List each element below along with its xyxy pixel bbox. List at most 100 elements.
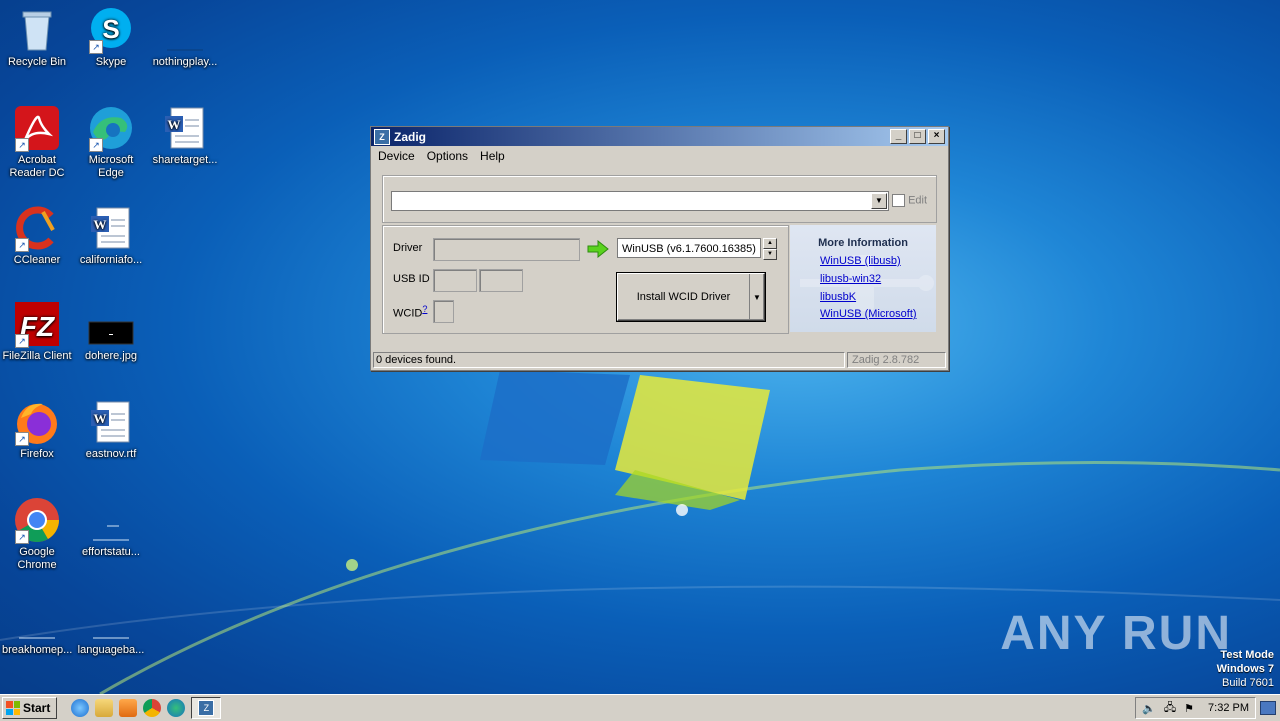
edit-checkbox[interactable] (892, 194, 905, 207)
wcid-label: WCID? (393, 304, 428, 320)
system-tray: 🔈 🖧 ⚑ 7:32 PM (1135, 697, 1256, 719)
device-dropdown[interactable]: ▼ (391, 191, 889, 211)
desktop-icon-label: Acrobat Reader DC (9, 154, 65, 179)
network-icon[interactable]: 🖧 (1164, 699, 1176, 718)
desktop-icon-eastnov[interactable]: W eastnov.rtf (74, 398, 148, 461)
shortcut-arrow-icon: ↗ (15, 530, 29, 544)
clock[interactable]: 7:32 PM (1208, 702, 1249, 714)
spin-up-icon[interactable]: ▲ (763, 238, 777, 249)
usb-id-label: USB ID (393, 273, 430, 285)
anyrun-watermark: ANY RUN (1000, 607, 1232, 660)
shortcut-arrow-icon: ↗ (15, 334, 29, 348)
internet-explorer-icon[interactable] (71, 699, 90, 717)
chevron-down-icon[interactable]: ▼ (871, 193, 887, 209)
desktop-icon-label: Microsoft Edge (88, 154, 134, 179)
desktop-icon-label: effortstatu... (82, 546, 140, 558)
action-center-flag-icon[interactable]: ⚑ (1184, 702, 1194, 715)
status-text: 0 devices found. (373, 352, 845, 368)
shortcut-arrow-icon: ↗ (15, 238, 29, 252)
title-bar[interactable]: Z Zadig _ □ × (371, 127, 948, 146)
link-libusbk[interactable]: libusbK (820, 291, 856, 303)
install-driver-button[interactable]: Install WCID Driver ▼ (617, 273, 765, 321)
menu-device[interactable]: Device (373, 149, 420, 163)
desktop-icon-label: languageba... (77, 644, 145, 656)
word-doc-icon: W (161, 104, 209, 152)
spin-down-icon[interactable]: ▼ (763, 249, 777, 260)
zadig-taskbar-button[interactable]: Z (191, 697, 222, 719)
edit-checkbox-group: Edit (892, 194, 927, 207)
windows-version-line: Windows 7 (1216, 663, 1274, 675)
desktop-icon-label: Skype (95, 56, 127, 68)
desktop-icon-label: FileZilla Client (2, 350, 72, 362)
shortcut-arrow-icon: ↗ (89, 40, 103, 54)
maximize-button[interactable]: □ (909, 129, 926, 144)
desktop-icon-label: breakhomep... (2, 644, 73, 656)
desktop-icon-filezilla[interactable]: FZ ↗ FileZilla Client (0, 300, 74, 363)
desktop-icon-firefox[interactable]: ↗ Firefox (0, 398, 74, 461)
link-winusb-microsoft[interactable]: WinUSB (Microsoft) (820, 308, 917, 320)
desktop-icon-acrobat[interactable]: ↗ Acrobat Reader DC (0, 104, 74, 180)
desktop-icon-breakhomep[interactable]: breakhomep... (0, 594, 74, 657)
explorer-folder-icon[interactable] (95, 699, 114, 717)
edge-icon: ↗ (87, 104, 135, 152)
ccleaner-icon: ↗ (13, 204, 61, 252)
link-winusb-libusb[interactable]: WinUSB (libusb) (820, 255, 901, 267)
blank-file-icon (87, 496, 135, 544)
desktop-icon-sharetarget[interactable]: W sharetarget... (148, 104, 222, 167)
shortcut-arrow-icon: ↗ (15, 138, 29, 152)
desktop-icon-nothingplay[interactable]: nothingplay... (148, 6, 222, 69)
window-title: Zadig (394, 129, 426, 144)
wcid-help-link[interactable]: ? (422, 304, 427, 314)
edit-label: Edit (908, 194, 928, 207)
zadig-app-icon: Z (374, 128, 390, 145)
desktop-icon-label: Recycle Bin (7, 56, 67, 68)
target-driver-select[interactable]: WinUSB (v6.1.7600.16385) (617, 238, 761, 258)
desktop-icon-languageba[interactable]: languageba... (74, 594, 148, 657)
minimize-button[interactable]: _ (890, 129, 907, 144)
test-mode-line: Test Mode (1220, 649, 1274, 661)
menu-options[interactable]: Options (422, 149, 473, 163)
start-button[interactable]: Start (2, 697, 58, 719)
recycle-bin-icon (13, 6, 61, 54)
close-button[interactable]: × (928, 129, 945, 144)
desktop-icon-label: CCleaner (13, 254, 61, 266)
firefox-icon: ↗ (13, 398, 61, 446)
chrome-taskbar-icon[interactable] (143, 699, 162, 717)
driver-label: Driver (393, 242, 423, 254)
more-information-title: More Information (818, 237, 908, 249)
blank-file-icon (87, 594, 135, 642)
install-driver-label: Install WCID Driver (636, 291, 731, 303)
desktop-icon-californiafo[interactable]: W californiafo... (74, 204, 148, 267)
wcid-field (433, 300, 454, 323)
desktop-icon-chrome[interactable]: ↗ Google Chrome (0, 496, 74, 572)
menu-help[interactable]: Help (475, 149, 510, 163)
desktop-icon-ccleaner[interactable]: ↗ CCleaner (0, 204, 74, 267)
desktop-icon-skype[interactable]: S ↗ Skype (74, 6, 148, 69)
desktop-icon-dohere[interactable]: dohere.jpg (74, 300, 148, 363)
edge-taskbar-icon[interactable] (167, 699, 186, 717)
chevron-down-icon[interactable]: ▼ (749, 274, 764, 320)
svg-text:W: W (168, 117, 181, 132)
link-libusb-win32[interactable]: libusb-win32 (820, 273, 881, 285)
desktop-icon-label: eastnov.rtf (85, 448, 137, 460)
zadig-window: Z Zadig _ □ × Device Options Help ▼ Edit… (370, 126, 949, 371)
image-file-icon (87, 300, 135, 348)
test-mode-notice: Test Mode Windows 7 Build 7601 (1217, 648, 1274, 690)
volume-icon[interactable]: 🔈 (1142, 702, 1156, 715)
desktop-icon-recycle-bin[interactable]: Recycle Bin (0, 6, 74, 69)
desktop-icon-label: nothingplay... (152, 56, 218, 68)
arrow-right-icon (587, 240, 609, 258)
word-doc-icon: W (87, 204, 135, 252)
desktop-icon-edge[interactable]: ↗ Microsoft Edge (74, 104, 148, 180)
desktop-icon-label: dohere.jpg (85, 350, 137, 362)
desktop-icon-effortstatu[interactable]: effortstatu... (74, 496, 148, 559)
usb-id-vid-field (433, 269, 477, 292)
chrome-icon: ↗ (13, 496, 61, 544)
usb-id-pid-field (479, 269, 523, 292)
show-desktop-icon[interactable] (1260, 701, 1276, 715)
driver-spinner[interactable]: ▲ ▼ (763, 238, 777, 260)
shortcut-arrow-icon: ↗ (89, 138, 103, 152)
start-label: Start (23, 701, 51, 715)
media-player-icon[interactable] (119, 699, 138, 717)
quick-launch (71, 699, 186, 717)
